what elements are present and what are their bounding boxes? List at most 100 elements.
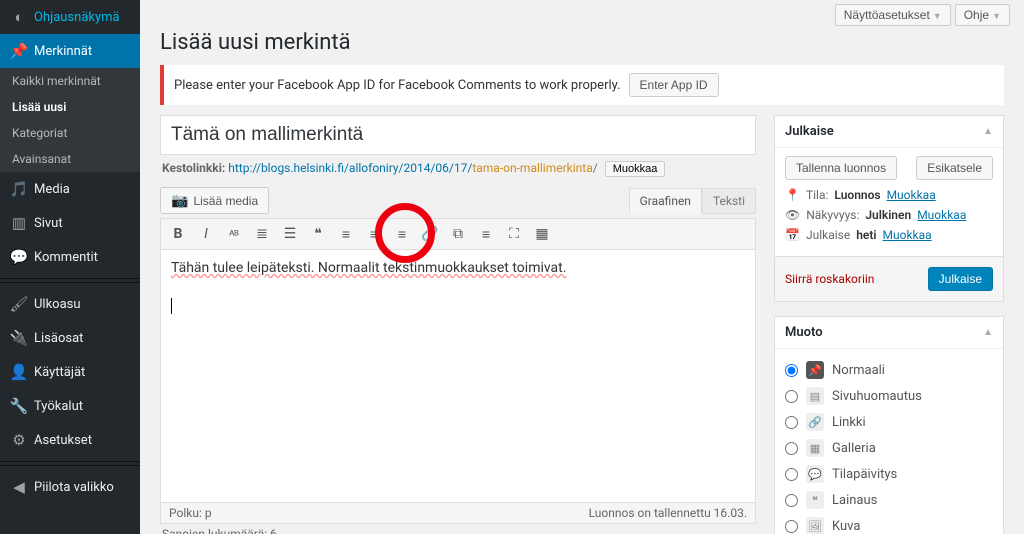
sidebar-sub-categories[interactable]: Kategoriat — [0, 120, 140, 146]
status-row: 📍Tila: Luonnos Muokkaa — [785, 188, 993, 202]
format-panel-header[interactable]: Muoto▲ — [775, 317, 1003, 349]
edit-permalink-button[interactable]: Muokkaa — [605, 161, 666, 177]
move-to-trash-link[interactable]: Siirrä roskakoriin — [785, 272, 874, 286]
admin-sidebar: ◐Ohjausnäkymä 📌 Merkinnät Kaikki merkinnä… — [0, 0, 140, 534]
sidebar-item-media[interactable]: 🎵Media — [0, 172, 140, 206]
sidebar-sub-tags[interactable]: Avainsanat — [0, 146, 140, 172]
strike-button[interactable]: ᴬᴮ — [223, 223, 245, 245]
sidebar-label-plugins: Lisäosat — [34, 331, 83, 346]
sidebar-label-pages: Sivut — [34, 216, 63, 231]
publish-panel-header[interactable]: Julkaise▲ — [775, 116, 1003, 148]
align-center-button[interactable]: ≡ — [363, 223, 385, 245]
bold-button[interactable]: B — [167, 223, 189, 245]
pin-icon: 📌 — [10, 42, 28, 60]
sidebar-item-appearance[interactable]: 🖌 Ulkoasu — [0, 287, 140, 321]
format-option-status[interactable]: 💬Tilapäivitys — [785, 461, 993, 487]
align-right-button[interactable]: ≡ — [391, 223, 413, 245]
error-notice: Please enter your Facebook App ID for Fa… — [160, 65, 1004, 105]
top-bar: Näyttöasetukset▼ Ohje▼ — [140, 0, 1024, 26]
align-left-button[interactable]: ≡ — [335, 223, 357, 245]
post-title-input[interactable] — [160, 115, 756, 155]
sidebar-item-pages[interactable]: ▥ Sivut — [0, 206, 140, 240]
number-list-button[interactable]: ☰ — [279, 223, 301, 245]
editor-column: Kestolinkki: http://blogs.helsinki.fi/al… — [160, 115, 756, 534]
notice-text: Please enter your Facebook App ID for Fa… — [174, 78, 621, 93]
permalink-link[interactable]: http://blogs.helsinki.fi/allofoniry/2014… — [228, 161, 597, 175]
help-button[interactable]: Ohje▼ — [955, 4, 1010, 26]
sidebar-sub-add-new[interactable]: Lisää uusi — [0, 94, 140, 120]
main-content: Näyttöasetukset▼ Ohje▼ Lisää uusi merkin… — [140, 0, 1024, 534]
pin-icon: 📌 — [806, 361, 824, 379]
sidebar-label-tools: Työkalut — [34, 399, 83, 414]
bullet-list-button[interactable]: ≣ — [251, 223, 273, 245]
format-option-aside[interactable]: ▤Sivuhuomautus — [785, 383, 993, 409]
sidebar-item-users[interactable]: 👤Käyttäjät — [0, 355, 140, 389]
editor-body[interactable]: Tähän tulee leipäteksti. Normaalit tekst… — [161, 250, 755, 502]
quote-icon: ❝ — [806, 491, 824, 509]
sidebar-item-tools[interactable]: 🔧Työkalut — [0, 389, 140, 423]
link-icon: 🔗 — [806, 413, 824, 431]
comment-icon: 💬 — [10, 248, 28, 266]
aside-icon: ▤ — [806, 387, 824, 405]
body-text: Tähän tulee leipäteksti. Normaalit tekst… — [171, 260, 566, 276]
key-icon: 📍 — [785, 188, 800, 202]
sidebar-collapse[interactable]: ◀Piilota valikko — [0, 470, 140, 504]
caret-icon: ▲ — [983, 126, 993, 137]
more-button[interactable]: ≡ — [475, 223, 497, 245]
gallery-icon: ▦ — [806, 439, 824, 457]
tab-visual[interactable]: Graafinen — [629, 188, 702, 214]
edit-schedule-link[interactable]: Muokkaa — [883, 228, 932, 242]
blockquote-button[interactable]: ❝ — [307, 223, 329, 245]
unlink-button[interactable]: ⧉ — [447, 223, 469, 245]
link-button[interactable]: 🔗 — [419, 223, 441, 245]
sidebar-label-collapse: Piilota valikko — [34, 480, 114, 495]
plugin-icon: 🔌 — [10, 329, 28, 347]
editor-statusbar: Polku: p Luonnos on tallennettu 16.03. — [161, 502, 755, 523]
tab-text[interactable]: Teksti — [702, 188, 756, 214]
sidebar-label-posts: Merkinnät — [34, 44, 92, 59]
kitchensink-button[interactable]: ▦ — [531, 223, 553, 245]
chevron-down-icon: ▼ — [992, 11, 1001, 21]
sidebar-item-plugins[interactable]: 🔌 Lisäosat — [0, 321, 140, 355]
edit-visibility-link[interactable]: Muokkaa — [917, 208, 966, 222]
eye-icon: 👁 — [785, 208, 800, 222]
gear-icon: ⚙ — [10, 431, 28, 449]
meta-column: Julkaise▲ Tallenna luonnos Esikatsele 📍T… — [774, 115, 1004, 534]
format-option-gallery[interactable]: ▦Galleria — [785, 435, 993, 461]
brush-icon: 🖌 — [10, 295, 28, 313]
save-draft-button[interactable]: Tallenna luonnos — [785, 156, 897, 180]
chevron-down-icon: ▼ — [933, 11, 942, 21]
edit-status-link[interactable]: Muokkaa — [887, 188, 936, 202]
format-option-standard[interactable]: 📌Normaali — [785, 357, 993, 383]
sidebar-item-settings[interactable]: ⚙ Asetukset — [0, 423, 140, 457]
sidebar-item-dashboard[interactable]: ◐Ohjausnäkymä — [0, 0, 140, 34]
sidebar-item-comments[interactable]: 💬Kommentit — [0, 240, 140, 274]
format-option-quote[interactable]: ❝Lainaus — [785, 487, 993, 513]
add-media-button[interactable]: 📷Lisää media — [160, 187, 269, 214]
preview-button[interactable]: Esikatsele — [916, 156, 993, 180]
sidebar-label-settings: Asetukset — [34, 433, 92, 448]
format-option-link[interactable]: 🔗Linkki — [785, 409, 993, 435]
sidebar-separator — [0, 278, 140, 283]
permalink-label: Kestolinkki: — [162, 161, 225, 175]
caret-icon: ▲ — [983, 327, 993, 338]
enter-app-id-button[interactable]: Enter App ID — [629, 73, 719, 97]
visibility-row: 👁Näkyvyys: Julkinen Muokkaa — [785, 208, 993, 222]
permalink-row: Kestolinkki: http://blogs.helsinki.fi/al… — [160, 155, 756, 183]
fullscreen-button[interactable]: ⛶ — [503, 223, 525, 245]
schedule-row: 📅Julkaise heti Muokkaa — [785, 228, 993, 242]
user-icon: 👤 — [10, 363, 28, 381]
sidebar-label-appearance: Ulkoasu — [34, 297, 81, 312]
camera-icon: 📷 — [171, 192, 188, 209]
pages-icon: ▥ — [10, 214, 28, 232]
publish-button[interactable]: Julkaise — [928, 267, 993, 291]
sidebar-sub-all-posts[interactable]: Kaikki merkinnät — [0, 68, 140, 94]
format-option-image[interactable]: 🖼Kuva — [785, 513, 993, 534]
screen-options-button[interactable]: Näyttöasetukset▼ — [835, 4, 951, 26]
calendar-icon: 📅 — [785, 228, 800, 242]
status-icon: 💬 — [806, 465, 824, 483]
sidebar-item-posts[interactable]: 📌 Merkinnät — [0, 34, 140, 68]
publish-panel: Julkaise▲ Tallenna luonnos Esikatsele 📍T… — [774, 115, 1004, 302]
italic-button[interactable]: I — [195, 223, 217, 245]
path-indicator: Polku: p — [161, 503, 220, 523]
